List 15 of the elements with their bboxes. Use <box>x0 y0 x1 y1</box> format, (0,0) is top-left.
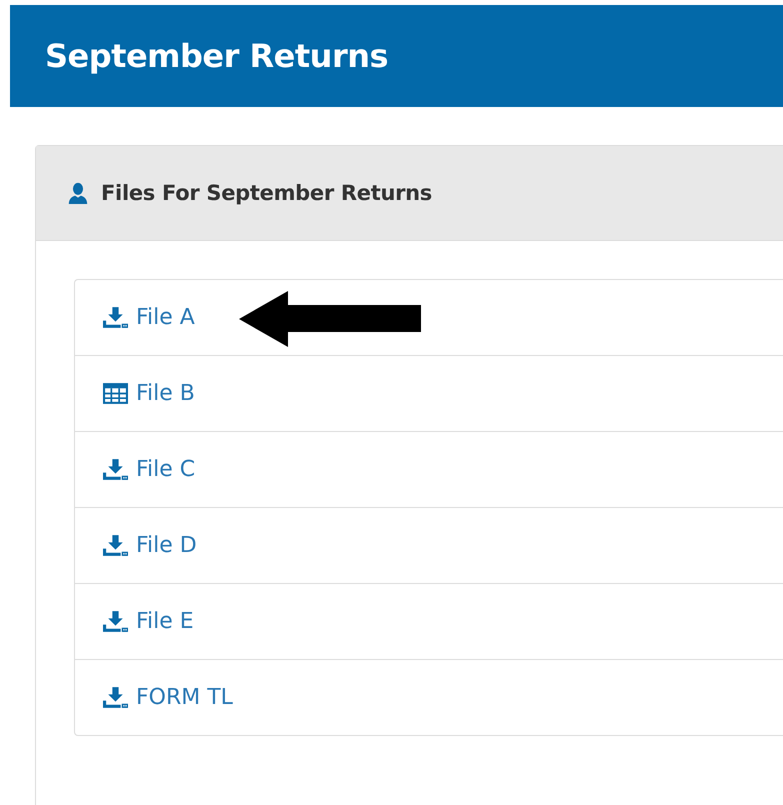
file-link[interactable]: FORM TL <box>103 685 233 710</box>
panel-title: Files For September Returns <box>101 181 432 205</box>
download-icon <box>103 535 128 556</box>
file-link[interactable]: File E <box>103 609 194 634</box>
file-link[interactable]: File D <box>103 533 197 558</box>
page-title: September Returns <box>45 37 388 75</box>
file-link[interactable]: File A <box>103 305 195 330</box>
download-icon <box>103 611 128 632</box>
table-icon <box>103 383 128 404</box>
download-icon <box>103 307 128 328</box>
download-icon <box>103 459 128 480</box>
download-icon <box>103 687 128 708</box>
file-link[interactable]: File B <box>103 381 195 406</box>
user-icon <box>67 181 89 205</box>
file-link[interactable]: File C <box>103 457 196 482</box>
